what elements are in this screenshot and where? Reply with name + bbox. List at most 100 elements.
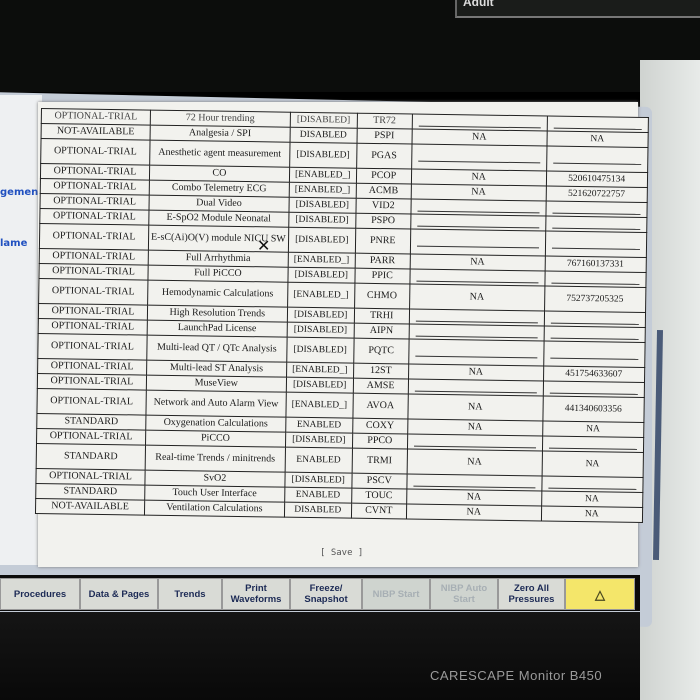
key-cell[interactable] <box>542 380 645 398</box>
softkey-button[interactable]: Freeze/ Snapshot <box>290 578 362 610</box>
code-cell: ACMB <box>355 183 412 199</box>
state-cell: DISABLED <box>284 502 352 519</box>
key-cell[interactable] <box>543 325 646 343</box>
option-name-cell: Real-time Trends / minitrends <box>145 445 286 473</box>
key-cell[interactable]: NA <box>541 490 643 508</box>
blank-entry-line <box>416 280 539 284</box>
key-cell[interactable] <box>544 310 646 328</box>
softkey-button[interactable]: NIBP Auto Start <box>430 578 498 610</box>
trial-cell[interactable] <box>410 228 546 256</box>
top-status-panel: Adult <box>455 0 700 18</box>
key-cell[interactable]: NA <box>546 131 648 148</box>
key-cell[interactable]: 521620722757 <box>545 186 648 203</box>
softkey-button[interactable]: Data & Pages <box>80 578 158 610</box>
trial-cell[interactable]: NA <box>407 393 543 421</box>
key-cell[interactable] <box>542 435 644 453</box>
key-cell[interactable] <box>546 146 648 173</box>
state-cell: [ENABLED_] <box>287 252 356 269</box>
alarm-silence-button[interactable]: △ <box>565 578 635 610</box>
key-cell[interactable]: 451754633607 <box>543 365 645 383</box>
left-menu-label-management[interactable]: gement <box>0 187 43 198</box>
blank-entry-line <box>551 282 640 285</box>
key-cell[interactable]: NA <box>541 450 644 478</box>
status-cell: OPTIONAL-TRIAL <box>40 163 150 181</box>
blank-entry-line <box>415 320 538 324</box>
code-cell: PCOP <box>356 168 412 184</box>
state-cell: [ENABLED_] <box>288 182 357 199</box>
key-cell[interactable] <box>545 215 647 233</box>
key-cell <box>546 116 649 133</box>
code-cell: TRMI <box>351 448 408 474</box>
trial-cell[interactable] <box>408 338 544 366</box>
state-cell: [DISABLED] <box>288 197 356 214</box>
key-cell[interactable] <box>543 340 645 368</box>
trial-cell[interactable] <box>411 144 547 172</box>
code-cell: PPIC <box>354 268 410 284</box>
key-cell[interactable]: 520610475134 <box>546 171 648 188</box>
softkey-button[interactable]: Trends <box>158 578 222 610</box>
blank-entry-line <box>549 392 638 395</box>
blank-entry-line <box>548 487 637 490</box>
code-cell: AIPN <box>353 323 410 339</box>
code-cell: 12ST <box>353 363 409 379</box>
status-cell: STANDARD <box>35 483 145 501</box>
code-cell: PNRE <box>355 228 411 254</box>
blank-entry-line <box>416 245 539 249</box>
key-cell[interactable]: NA <box>541 505 643 523</box>
key-cell[interactable]: 752737205325 <box>544 285 646 313</box>
state-cell: ENABLED <box>284 487 352 504</box>
key-cell[interactable]: NA <box>542 420 644 438</box>
key-cell[interactable]: 441340603356 <box>542 395 644 423</box>
key-cell[interactable]: 767160137331 <box>544 255 647 273</box>
state-cell: [ENABLED_] <box>286 362 354 379</box>
save-button[interactable]: [ Save ] <box>320 548 363 558</box>
status-cell: OPTIONAL-TRIAL <box>40 138 151 166</box>
code-cell: PQTC <box>353 338 409 364</box>
status-cell: OPTIONAL-TRIAL <box>38 318 148 336</box>
code-cell: AMSE <box>353 378 409 394</box>
code-cell: CHMO <box>354 283 410 309</box>
blank-entry-line <box>550 322 639 325</box>
state-cell: [ENABLED_] <box>287 282 355 309</box>
state-cell: DISABLED <box>289 127 357 144</box>
status-cell: OPTIONAL-TRIAL <box>37 358 147 376</box>
blank-entry-line <box>414 390 537 394</box>
key-cell[interactable] <box>544 270 646 288</box>
softkey-button[interactable]: Zero All Pressures <box>498 578 565 610</box>
trial-cell[interactable]: NA <box>406 448 543 476</box>
key-cell[interactable] <box>541 475 643 493</box>
blank-entry-line <box>416 225 539 229</box>
status-cell: OPTIONAL-TRIAL <box>40 178 150 196</box>
blank-entry-line <box>552 162 641 165</box>
status-cell: OPTIONAL-TRIAL <box>35 468 146 486</box>
status-cell: OPTIONAL-TRIAL <box>39 208 149 226</box>
status-cell: OPTIONAL-TRIAL <box>39 248 149 266</box>
softkey-button[interactable]: NIBP Start <box>362 578 430 610</box>
blank-entry-line <box>415 355 538 359</box>
softkey-button[interactable]: Procedures <box>0 578 80 610</box>
code-cell: TRHI <box>354 308 410 324</box>
softkey-button[interactable]: Print Waveforms <box>222 578 290 610</box>
option-name-cell: Network and Auto Alarm View <box>145 390 287 418</box>
blank-entry-line <box>417 210 540 214</box>
state-cell: [DISABLED] <box>288 227 356 254</box>
status-cell: OPTIONAL-TRIAL <box>36 388 147 416</box>
key-cell[interactable] <box>545 200 647 218</box>
state-cell: [DISABLED] <box>289 112 358 129</box>
cursor-x-icon: ✕ <box>257 236 271 255</box>
trial-cell[interactable]: NA <box>406 503 542 521</box>
state-cell: [DISABLED] <box>289 142 357 169</box>
blank-entry-line <box>548 447 637 450</box>
left-menu-label-name[interactable]: lame <box>0 238 27 249</box>
code-cell: PGAS <box>356 143 412 170</box>
key-cell[interactable] <box>545 230 647 258</box>
state-cell: [DISABLED] <box>288 212 356 229</box>
blank-entry-line <box>417 160 540 164</box>
trial-cell[interactable]: NA <box>409 283 545 311</box>
option-name-cell: Hemodynamic Calculations <box>147 280 288 308</box>
state-cell: [DISABLED] <box>285 432 353 449</box>
blank-entry-line <box>415 335 538 339</box>
code-cell: PSPO <box>355 213 411 229</box>
state-cell: [DISABLED] <box>286 377 354 394</box>
state-cell: [ENABLED_] <box>289 167 357 184</box>
